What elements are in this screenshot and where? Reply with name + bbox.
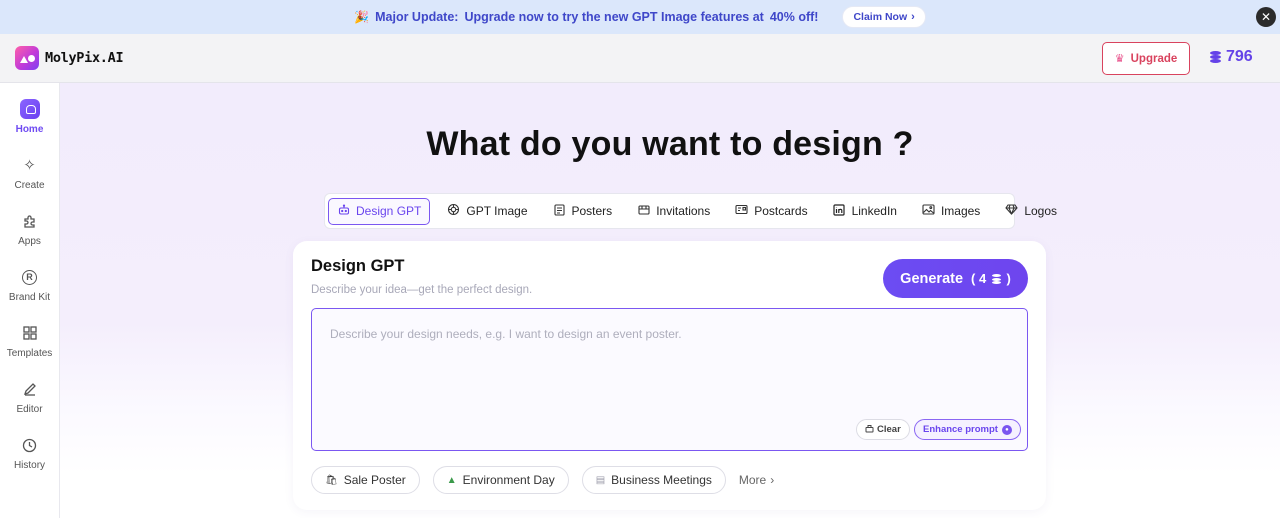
sidebar-item-templates[interactable]: Templates: [0, 323, 59, 359]
tab-label: Invitations: [656, 204, 711, 218]
banner-discount: 40% off!: [769, 10, 819, 24]
tab-label: GPT Image: [466, 204, 528, 218]
enhance-icon: ●: [1001, 424, 1012, 435]
robot-icon: [337, 203, 350, 219]
tab-gpt-image[interactable]: GPT Image: [439, 198, 535, 225]
tab-design-gpt[interactable]: Design GPT: [328, 197, 431, 225]
close-icon[interactable]: ✕: [1256, 7, 1276, 27]
sidebar-item-editor[interactable]: Editor: [0, 379, 59, 415]
clock-icon: [20, 435, 40, 455]
top-header: MolyPix.AI ♛ Upgrade 796: [0, 34, 1280, 83]
generate-cost: ( 4 ): [971, 271, 1011, 286]
party-popper-icon: 🎉: [354, 10, 370, 24]
brand-logo[interactable]: MolyPix.AI: [15, 46, 124, 70]
credits-count: 796: [1226, 48, 1253, 65]
more-label: More: [738, 473, 767, 487]
claim-now-button[interactable]: Claim Now ›: [842, 6, 926, 28]
card-subtitle: Describe your idea—get the perfect desig…: [311, 284, 533, 296]
clear-button[interactable]: Clear: [856, 419, 910, 440]
sidebar-item-label: Brand Kit: [8, 292, 51, 303]
sidebar-item-label: History: [13, 460, 46, 471]
pencil-icon: [20, 379, 40, 399]
postcard-icon: [735, 204, 748, 218]
banner-major-label: Major Update:: [375, 10, 459, 24]
registered-icon: R: [20, 267, 40, 287]
enhance-prompt-button[interactable]: Enhance prompt ●: [914, 419, 1021, 440]
chip-label: Sale Poster: [343, 473, 406, 487]
tab-label: Design GPT: [356, 204, 422, 218]
generate-button[interactable]: Generate ( 4 ): [883, 259, 1028, 298]
design-type-tabs: Design GPT GPT Image Posters Invitations…: [324, 193, 1057, 229]
sidebar-item-label: Create: [14, 180, 45, 191]
upgrade-label: Upgrade: [1130, 52, 1178, 65]
clear-label: Clear: [877, 424, 901, 435]
tab-label: Posters: [571, 204, 613, 218]
tab-postcards[interactable]: Postcards: [727, 198, 815, 225]
prompt-input[interactable]: [312, 309, 1027, 409]
chip-sale-poster[interactable]: 🛍 Sale Poster: [311, 466, 420, 494]
sidebar: Home ✧ Create Apps R Brand Kit Templates…: [0, 83, 60, 518]
sidebar-item-label: Apps: [18, 236, 41, 247]
logo-icon: [15, 46, 39, 70]
home-icon: [19, 99, 40, 119]
openai-icon: [447, 203, 460, 219]
document-icon: ▤: [595, 474, 606, 486]
prompt-box: Clear Enhance prompt ●: [311, 308, 1028, 451]
grid-icon: [20, 323, 40, 343]
sidebar-item-history[interactable]: History: [0, 435, 59, 471]
chevron-right-icon: ›: [911, 11, 915, 23]
poster-icon: [553, 203, 566, 219]
image-icon: [922, 204, 935, 218]
sidebar-item-home[interactable]: Home: [0, 99, 59, 135]
tab-label: Images: [940, 204, 981, 218]
generate-label: Generate: [900, 270, 964, 287]
card-title: Design GPT: [311, 257, 405, 275]
enhance-label: Enhance prompt: [923, 424, 998, 435]
page-title: What do you want to design ?: [426, 125, 914, 163]
more-suggestions-link[interactable]: More ›: [739, 473, 774, 487]
upgrade-button[interactable]: ♛ Upgrade: [1102, 42, 1190, 75]
tab-posters[interactable]: Posters: [545, 198, 621, 225]
chip-label: Business Meetings: [611, 473, 712, 487]
chevron-right-icon: ›: [770, 473, 775, 487]
coins-icon: [991, 274, 1001, 284]
sidebar-item-create[interactable]: ✧ Create: [0, 155, 59, 191]
claim-now-label: Claim Now: [853, 11, 908, 23]
tab-images[interactable]: Images: [914, 198, 988, 225]
tab-linkedin[interactable]: LinkedIn: [825, 198, 905, 225]
chip-label: Environment Day: [462, 473, 555, 487]
tab-label: LinkedIn: [851, 204, 897, 218]
promo-banner: 🎉 Major Update: Upgrade now to try the n…: [0, 0, 1280, 34]
main-content: What do you want to design ? Design GPT …: [60, 83, 1280, 518]
puzzle-icon: [20, 211, 40, 231]
sidebar-item-brand-kit[interactable]: R Brand Kit: [0, 267, 59, 303]
suggestion-chips: 🛍 Sale Poster ▲ Environment Day ▤ Busine…: [311, 466, 774, 494]
sidebar-item-apps[interactable]: Apps: [0, 211, 59, 247]
broom-icon: [865, 424, 874, 435]
brand-name: MolyPix.AI: [45, 50, 124, 66]
tab-label: Logos: [1024, 204, 1058, 218]
sidebar-item-label: Editor: [16, 404, 43, 415]
linkedin-icon: [833, 203, 846, 219]
chip-business-meetings[interactable]: ▤ Business Meetings: [581, 466, 726, 494]
crown-icon: ♛: [1114, 53, 1125, 65]
banner-message: Upgrade now to try the new GPT Image fea…: [464, 10, 764, 24]
coins-icon: [1210, 51, 1221, 63]
credits-balance[interactable]: 796: [1210, 48, 1253, 66]
sidebar-item-label: Templates: [6, 348, 53, 359]
invitation-icon: [637, 204, 650, 219]
tab-label: Postcards: [754, 204, 808, 218]
tab-invitations[interactable]: Invitations: [629, 198, 718, 225]
diamond-icon: [1005, 204, 1019, 218]
design-gpt-card: Design GPT Describe your idea—get the pe…: [293, 241, 1046, 510]
sparkle-icon: ✧: [23, 157, 36, 174]
generate-cost-open: ( 4: [971, 271, 987, 286]
sidebar-item-label: Home: [15, 124, 44, 135]
generate-cost-close: ): [1006, 271, 1011, 286]
tab-logos[interactable]: Logos: [997, 198, 1065, 225]
chip-environment-day[interactable]: ▲ Environment Day: [432, 466, 569, 494]
tree-icon: ▲: [446, 474, 457, 486]
shopping-icon: 🛍: [325, 474, 338, 486]
